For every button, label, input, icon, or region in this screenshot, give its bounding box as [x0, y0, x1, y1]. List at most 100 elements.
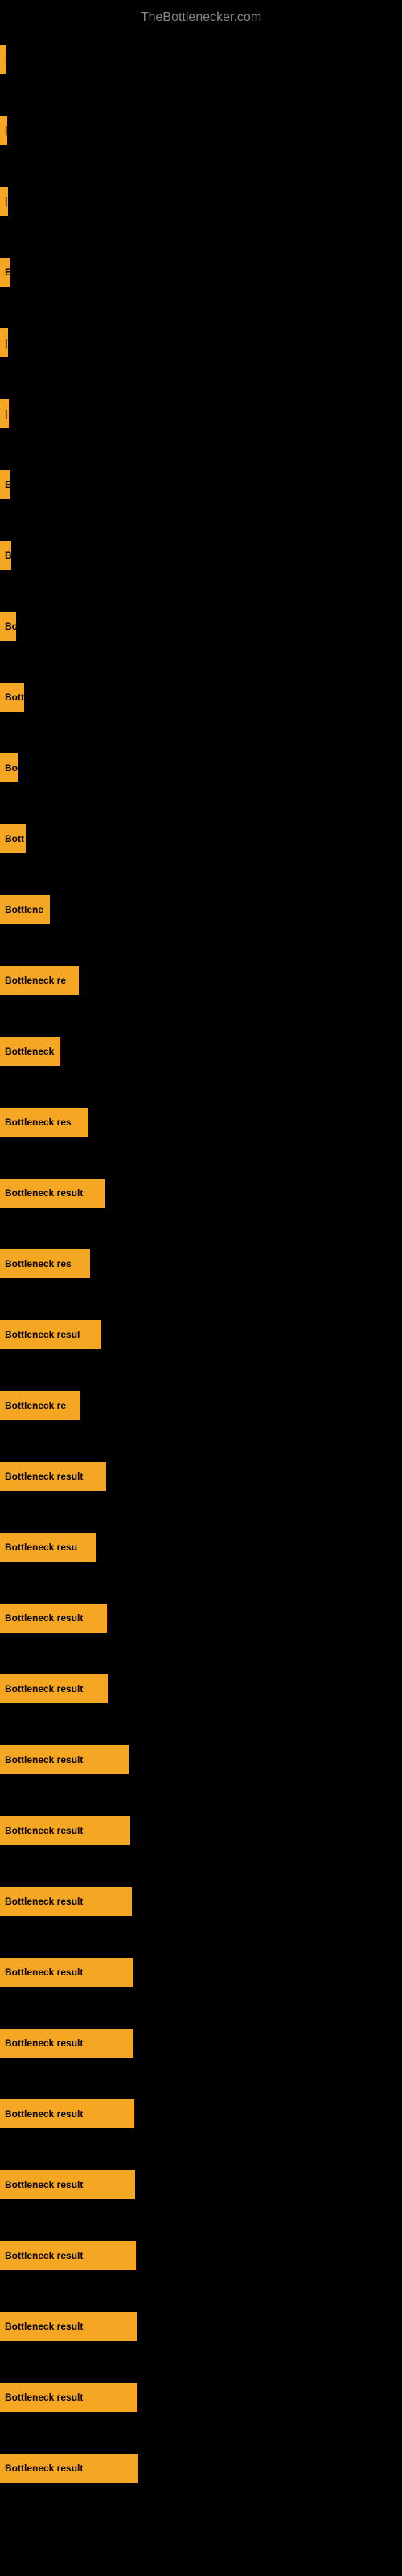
- bar-item: Bottleneck result: [0, 1816, 130, 1845]
- bar-row: Bottleneck res: [0, 1228, 402, 1299]
- bar-item: Bottleneck result: [0, 2454, 138, 2483]
- bar-item: Bottleneck result: [0, 1462, 106, 1491]
- bar-item: E: [0, 470, 10, 499]
- bar-row: Bottleneck result: [0, 1724, 402, 1795]
- bar-label: |: [5, 408, 7, 419]
- bar-label: Bottleneck result: [5, 1187, 83, 1199]
- bar-label: Bott: [5, 833, 24, 844]
- bar-row: E: [0, 449, 402, 520]
- bar-row: Bottlene: [0, 874, 402, 945]
- bar-label: Bottleneck re: [5, 1400, 66, 1411]
- bar-label: Bo: [5, 762, 18, 774]
- bar-label: |: [5, 125, 7, 136]
- bar-row: |: [0, 378, 402, 449]
- bar-row: Bottleneck result: [0, 2008, 402, 2079]
- bar-item: Bottleneck res: [0, 1108, 88, 1137]
- bar-item: Bottleneck result: [0, 1887, 132, 1916]
- bar-label: Bottleneck result: [5, 2179, 83, 2190]
- bar-label: Bottleneck result: [5, 2392, 83, 2403]
- bar-row: Bottleneck result: [0, 1653, 402, 1724]
- bar-row: Bo: [0, 733, 402, 803]
- bar-item: Bo: [0, 612, 16, 641]
- bar-item: Bo: [0, 753, 18, 782]
- bar-label: Bottleneck re: [5, 975, 66, 986]
- bar-row: Bottleneck result: [0, 1583, 402, 1653]
- bar-row: Bottleneck result: [0, 1866, 402, 1937]
- bar-label: B: [5, 550, 11, 561]
- bar-row: E: [0, 237, 402, 308]
- bar-row: |: [0, 24, 402, 95]
- bar-item: B: [0, 541, 11, 570]
- bar-item: |: [0, 116, 7, 145]
- bar-label: Bottleneck result: [5, 2321, 83, 2332]
- bar-label: |: [5, 54, 6, 65]
- bar-label: Bottleneck result: [5, 1967, 83, 1978]
- bar-row: |: [0, 308, 402, 378]
- bar-row: Bottleneck result: [0, 2149, 402, 2220]
- bar-row: Bottleneck re: [0, 1370, 402, 1441]
- bar-item: Bottleneck result: [0, 2312, 137, 2341]
- bar-item: Bottleneck result: [0, 2099, 134, 2128]
- bar-label: Bo: [5, 621, 16, 632]
- bar-row: |: [0, 166, 402, 237]
- bar-row: Bottleneck res: [0, 1087, 402, 1158]
- bar-item: Bottleneck resul: [0, 1320, 100, 1349]
- bar-item: |: [0, 45, 6, 74]
- bar-label: Bottlene: [5, 904, 43, 915]
- bar-item: Bottleneck res: [0, 1249, 90, 1278]
- bar-label: Bottleneck result: [5, 2250, 83, 2261]
- bar-label: Bottleneck result: [5, 2462, 83, 2474]
- bar-label: Bottleneck result: [5, 1612, 83, 1624]
- bar-item: E: [0, 258, 10, 287]
- bar-label: Bottleneck res: [5, 1258, 72, 1269]
- bar-label: Bottleneck result: [5, 1896, 83, 1907]
- bar-label: E: [5, 479, 10, 490]
- bar-label: Bottleneck result: [5, 2037, 83, 2049]
- bar-item: Bottleneck result: [0, 2383, 137, 2412]
- bar-item: Bottleneck result: [0, 1958, 133, 1987]
- bar-label: Bottleneck: [5, 1046, 54, 1057]
- bar-item: Bott: [0, 824, 26, 853]
- bar-item: Bottleneck result: [0, 2170, 135, 2199]
- bar-item: Bottleneck result: [0, 1745, 129, 1774]
- bar-row: Bottleneck resu: [0, 1512, 402, 1583]
- bar-label: Bottleneck result: [5, 1754, 83, 1765]
- bar-label: Bottleneck result: [5, 1683, 83, 1695]
- bar-row: Bottleneck result: [0, 2220, 402, 2291]
- bar-item: Bottleneck result: [0, 2029, 133, 2058]
- bar-item: Bottleneck result: [0, 1674, 108, 1703]
- bar-row: Bottleneck result: [0, 2291, 402, 2362]
- bar-row: |: [0, 95, 402, 166]
- bar-item: Bottleneck re: [0, 966, 79, 995]
- bar-row: Bottleneck: [0, 1016, 402, 1087]
- bar-item: Bottleneck re: [0, 1391, 80, 1420]
- bar-row: Bottleneck result: [0, 1441, 402, 1512]
- bars-container: | | | E | | E B Bo Bott Bo Bott Bottlene Bottleneck r…: [0, 24, 402, 2504]
- bar-row: Bo: [0, 591, 402, 662]
- bar-label: Bottleneck result: [5, 1825, 83, 1836]
- bar-item: Bottlene: [0, 895, 50, 924]
- bar-item: Bottleneck result: [0, 2241, 136, 2270]
- bar-row: Bottleneck resul: [0, 1299, 402, 1370]
- bar-item: |: [0, 399, 9, 428]
- bar-label: Bottleneck res: [5, 1117, 72, 1128]
- bar-row: Bottleneck result: [0, 2079, 402, 2149]
- bar-item: Bottleneck result: [0, 1179, 105, 1208]
- bar-row: Bott: [0, 662, 402, 733]
- bar-label: |: [5, 196, 7, 207]
- bar-row: Bott: [0, 803, 402, 874]
- bar-label: |: [5, 337, 7, 349]
- bar-row: Bottleneck re: [0, 945, 402, 1016]
- bar-label: Bottleneck result: [5, 2108, 83, 2120]
- bar-item: |: [0, 187, 8, 216]
- bar-item: |: [0, 328, 8, 357]
- bar-label: Bottleneck resu: [5, 1542, 77, 1553]
- bar-row: B: [0, 520, 402, 591]
- bar-row: Bottleneck result: [0, 2362, 402, 2433]
- bar-label: Bott: [5, 691, 24, 703]
- bar-row: Bottleneck result: [0, 1158, 402, 1228]
- bar-row: Bottleneck result: [0, 1937, 402, 2008]
- bar-item: Bott: [0, 683, 24, 712]
- bar-row: Bottleneck result: [0, 1795, 402, 1866]
- bar-row: Bottleneck result: [0, 2433, 402, 2504]
